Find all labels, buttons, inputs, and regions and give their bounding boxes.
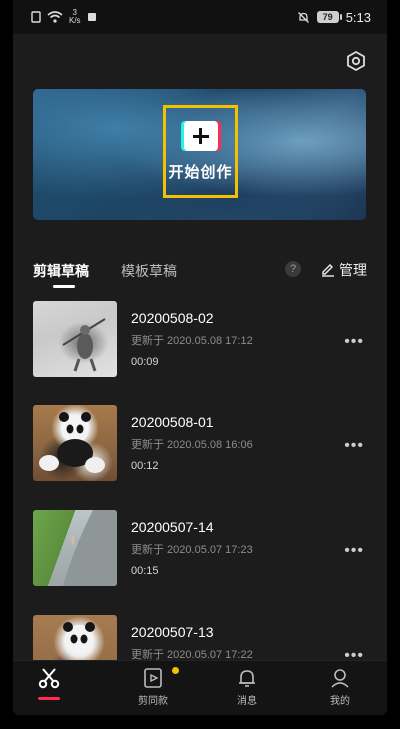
draft-updated: 更新于 2020.05.08 16:06 (131, 439, 253, 451)
draft-updated: 更新于 2020.05.08 17:12 (131, 335, 253, 347)
mute-bell-icon (297, 11, 309, 23)
draft-updated: 更新于 2020.05.07 17:23 (131, 544, 253, 556)
draft-title: 20200507-14 (131, 519, 214, 535)
scissors-icon (38, 668, 60, 689)
tab-edit-drafts[interactable]: 剪辑草稿 (33, 261, 89, 281)
edit-pencil-icon (322, 264, 334, 277)
manage-label: 管理 (339, 262, 367, 278)
draft-duration: 00:15 (131, 565, 159, 577)
nav-profile-label: 我的 (330, 696, 350, 707)
more-options-icon[interactable]: ••• (344, 542, 364, 560)
active-tab-indicator (53, 285, 75, 288)
draft-title: 20200508-01 (131, 414, 214, 430)
draft-item[interactable]: 20200508-02 更新于 2020.05.08 17:12 00:09 •… (33, 301, 366, 377)
draft-thumbnail[interactable] (33, 301, 117, 377)
draft-tabs: 剪辑草稿 模板草稿 ? 管理 (33, 258, 367, 288)
template-badge-dot (172, 667, 179, 674)
nav-messages-label: 消息 (237, 696, 257, 707)
start-create-label: 开始创作 (168, 164, 233, 181)
user-icon (331, 669, 349, 688)
bell-icon (239, 670, 255, 687)
draft-title: 20200508-02 (131, 310, 214, 326)
nav-profile[interactable]: 我的 (305, 667, 375, 707)
network-speed: 3 K/s (69, 8, 81, 25)
figure-illustration (62, 318, 106, 372)
battery-indicator: 79 (316, 11, 342, 23)
status-right: 79 5:13 (297, 10, 371, 25)
status-left: 3 K/s (31, 9, 97, 25)
status-bar: 3 K/s 79 5:13 (13, 0, 387, 34)
draft-item[interactable]: 20200507-14 更新于 2020.05.07 17:23 00:15 •… (33, 510, 366, 586)
draft-thumbnail[interactable] (33, 510, 117, 586)
more-options-icon[interactable]: ••• (344, 333, 364, 351)
draft-thumbnail[interactable] (33, 405, 117, 481)
settings-gear-icon[interactable] (345, 50, 367, 72)
tab-template-drafts[interactable]: 模板草稿 (121, 261, 177, 281)
template-icon (144, 668, 162, 688)
nav-messages[interactable]: 消息 (212, 667, 282, 707)
active-nav-indicator (38, 697, 60, 700)
notification-square-icon (87, 13, 96, 21)
plus-icon (183, 121, 218, 151)
draft-duration: 00:12 (131, 460, 159, 472)
sim-icon (31, 11, 41, 23)
manage-button[interactable]: 管理 (321, 260, 367, 280)
bottom-navigation: 剪同款 消息 我的 (13, 660, 387, 715)
more-options-icon[interactable]: ••• (344, 437, 364, 455)
clock: 5:13 (345, 9, 371, 25)
app-screen: 3 K/s 79 5:13 开始创作 剪辑草稿 模板草稿 ? 管理 202005… (13, 0, 387, 715)
create-banner[interactable]: 开始创作 (33, 89, 366, 220)
road-illustration (63, 510, 117, 586)
draft-duration: 00:09 (131, 356, 159, 368)
device-frame: 3 K/s 79 5:13 开始创作 剪辑草稿 模板草稿 ? 管理 202005… (0, 0, 400, 729)
wifi-icon (47, 11, 63, 23)
nav-edit[interactable] (14, 667, 84, 692)
nav-template-label: 剪同款 (138, 696, 168, 707)
draft-title: 20200507-13 (131, 624, 214, 640)
draft-item[interactable]: 20200508-01 更新于 2020.05.08 16:06 00:12 •… (33, 405, 366, 481)
help-icon[interactable]: ? (285, 261, 301, 277)
start-create-button[interactable]: 开始创作 (163, 105, 238, 198)
panda-illustration (39, 412, 105, 473)
